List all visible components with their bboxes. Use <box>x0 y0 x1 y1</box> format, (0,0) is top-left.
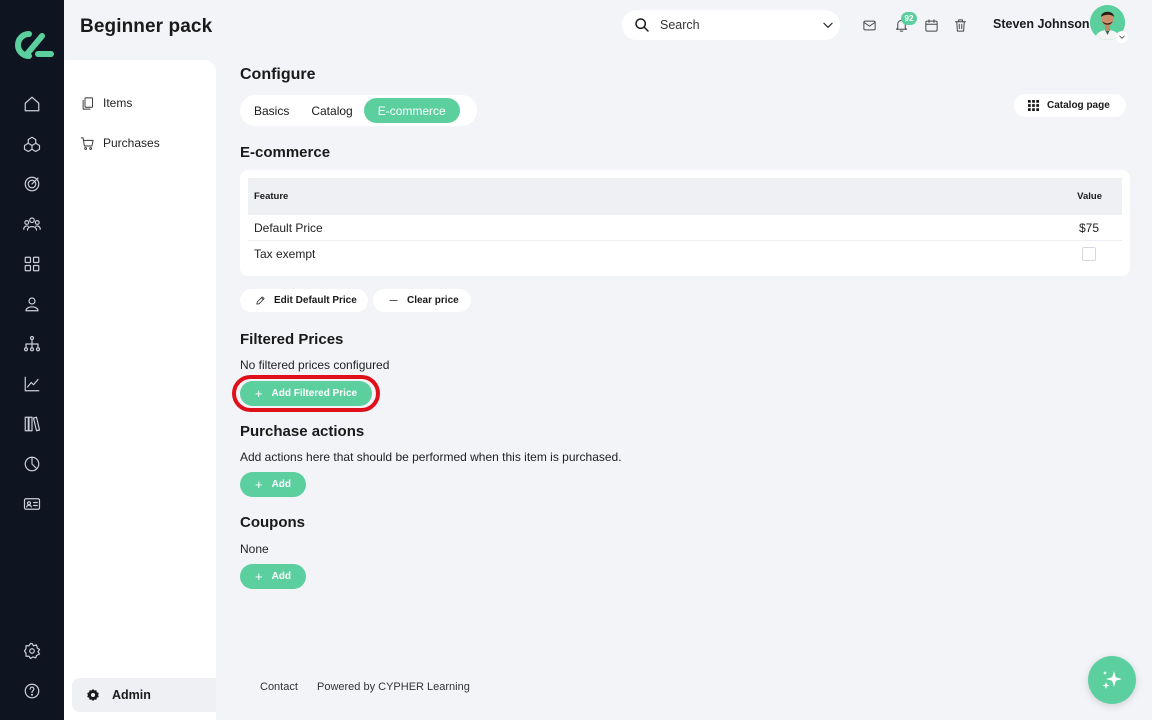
add-label: Add <box>271 571 292 582</box>
plus-icon: + <box>254 569 263 584</box>
clear-price-button[interactable]: Clear price <box>373 289 471 312</box>
person-icon[interactable] <box>22 294 42 314</box>
tab-ecommerce[interactable]: E-commerce <box>363 98 460 123</box>
sidebar-item-label: Purchases <box>103 136 160 150</box>
table-header: Feature Value <box>248 178 1122 215</box>
help-icon[interactable] <box>22 681 42 701</box>
edit-default-price-button[interactable]: Edit Default Price <box>240 289 368 312</box>
mail-icon[interactable] <box>860 16 878 34</box>
feature-cell: Tax exempt <box>254 247 316 261</box>
copy-icon <box>82 96 93 110</box>
value-cell: $75 <box>1078 220 1100 235</box>
tab-catalog[interactable]: Catalog <box>300 98 363 123</box>
user-name[interactable]: Steven Johnson <box>993 17 1090 31</box>
add-filtered-price-button[interactable]: + Add Filtered Price <box>240 381 372 406</box>
add-filtered-price-label: Add Filtered Price <box>271 388 358 399</box>
table-row: Tax exempt <box>248 241 1122 267</box>
user-menu-chevron-icon[interactable] <box>1116 31 1128 43</box>
app-logo[interactable] <box>12 30 54 60</box>
calendar-icon[interactable] <box>922 16 940 34</box>
target-icon[interactable] <box>22 174 42 194</box>
admin-button[interactable]: Admin <box>72 678 216 712</box>
analytics-icon[interactable] <box>22 374 42 394</box>
trash-icon[interactable] <box>951 16 969 34</box>
clear-price-label: Clear price <box>407 295 459 306</box>
purchase-actions-heading: Purchase actions <box>240 423 365 440</box>
library-icon[interactable] <box>22 414 42 434</box>
users-icon[interactable] <box>22 214 42 234</box>
coupons-description: None <box>240 542 269 556</box>
courses-icon[interactable] <box>22 134 42 154</box>
filtered-prices-heading: Filtered Prices <box>240 331 344 348</box>
notification-badge: 92 <box>901 12 917 25</box>
reports-icon[interactable] <box>22 454 42 474</box>
secondary-sidebar: Items Purchases <box>64 60 216 720</box>
sparkle-icon <box>1102 671 1122 689</box>
org-chart-icon[interactable] <box>22 334 42 354</box>
catalog-page-button[interactable]: Catalog page <box>1014 94 1126 117</box>
search-bar[interactable] <box>622 10 840 40</box>
configure-heading: Configure <box>240 66 316 83</box>
app-rail <box>0 0 64 720</box>
settings-icon[interactable] <box>22 641 42 661</box>
tab-basics[interactable]: Basics <box>243 98 300 123</box>
plus-icon: + <box>254 477 263 492</box>
powered-by-text: Powered by CYPHER Learning <box>317 681 470 693</box>
purchase-actions-description: Add actions here that should be performe… <box>240 450 622 464</box>
id-card-icon[interactable] <box>22 494 42 514</box>
pencil-icon <box>256 296 265 305</box>
search-input[interactable] <box>660 18 821 32</box>
contact-link[interactable]: Contact <box>260 681 298 693</box>
minus-icon <box>389 300 398 301</box>
filtered-prices-description: No filtered prices configured <box>240 358 390 372</box>
table-row: Default Price $75 <box>248 215 1122 241</box>
sidebar-item-purchases[interactable]: Purchases <box>80 133 160 153</box>
tax-exempt-checkbox[interactable] <box>1082 247 1096 261</box>
ecommerce-table: Feature Value Default Price $75 Tax exem… <box>240 170 1130 276</box>
catalog-page-label: Catalog page <box>1047 100 1110 111</box>
ecommerce-heading: E-commerce <box>240 144 331 161</box>
ai-assistant-button[interactable] <box>1088 656 1136 704</box>
sidebar-item-label: Items <box>103 96 133 110</box>
home-icon[interactable] <box>22 94 42 114</box>
search-icon <box>634 17 650 33</box>
add-label: Add <box>271 479 292 490</box>
plus-icon: + <box>254 386 263 401</box>
column-header-value: Value <box>1077 191 1102 202</box>
cart-icon <box>80 136 94 150</box>
page-title: Beginner pack <box>80 16 213 37</box>
configure-tabs: Basics Catalog E-commerce <box>240 95 477 126</box>
coupons-heading: Coupons <box>240 514 305 531</box>
admin-label: Admin <box>112 688 151 702</box>
edit-default-price-label: Edit Default Price <box>274 295 357 306</box>
gear-icon <box>87 688 99 702</box>
apps-icon[interactable] <box>22 254 42 274</box>
feature-cell: Default Price <box>254 220 323 235</box>
add-purchase-action-button[interactable]: + Add <box>240 472 306 497</box>
grid-icon <box>1028 100 1039 111</box>
column-header-feature: Feature <box>254 191 289 202</box>
sidebar-item-items[interactable]: Items <box>80 93 132 113</box>
add-coupon-button[interactable]: + Add <box>240 564 306 589</box>
chevron-down-icon[interactable] <box>821 18 835 32</box>
